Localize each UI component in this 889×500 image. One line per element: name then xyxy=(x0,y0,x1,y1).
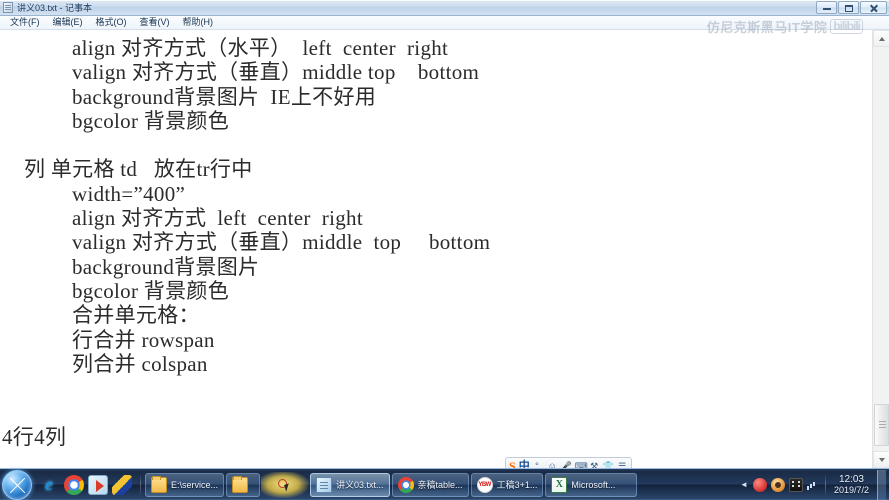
text-line: background背景图片 IE上不好用 xyxy=(72,84,377,109)
scroll-up-button[interactable] xyxy=(873,30,889,47)
text-line: 列 单元格 td 放在tr行中 xyxy=(24,157,253,182)
text-line: bgcolor 背景颜色 xyxy=(72,278,229,303)
volume-icon[interactable] xyxy=(806,479,821,491)
taskbar-item-label: Microsoft... xyxy=(571,479,616,490)
text-line: valign 对齐方式（垂直）middle top bottom xyxy=(72,230,491,255)
taskbar-item-service-folder[interactable]: E:\service... xyxy=(145,472,225,497)
text-line: 合并单元格： xyxy=(72,303,200,328)
minimize-icon xyxy=(823,8,831,10)
close-icon xyxy=(869,3,878,12)
clock[interactable]: 12:03 2019/7/2 xyxy=(832,474,873,496)
start-button[interactable] xyxy=(2,469,32,500)
maximize-button[interactable] xyxy=(838,1,859,14)
maximize-icon xyxy=(845,5,853,12)
window-controls xyxy=(816,1,887,14)
taskbar-item-excel[interactable]: X Microsoft... xyxy=(545,472,638,497)
excel-icon: X xyxy=(551,476,568,493)
text-line: 4行4列 xyxy=(2,424,67,449)
text-line-blank xyxy=(0,133,872,157)
text-line: align 对齐方式 left center right xyxy=(72,206,363,231)
mouse-cursor-icon xyxy=(284,482,291,492)
menu-bar: 文件(F) 编辑(E) 格式(O) 查看(V) 帮助(H) xyxy=(0,16,889,30)
text-line: align 对齐方式（水平） left center right xyxy=(72,36,449,60)
taskbar-top-glow xyxy=(0,468,889,469)
media-player-icon[interactable] xyxy=(88,474,108,495)
folder-icon xyxy=(151,475,167,493)
quick-launch-bar: e xyxy=(32,474,137,496)
show-desktop-button[interactable] xyxy=(877,469,886,500)
chrome-icon xyxy=(397,476,414,493)
taskbar-item-chrome[interactable]: 亲稿table... xyxy=(391,472,469,497)
scrollbar-thumb[interactable] xyxy=(874,404,889,446)
scroll-down-button[interactable] xyxy=(873,451,889,468)
text-line: background背景图片 xyxy=(72,254,260,279)
text-line-blank xyxy=(0,376,872,400)
taskbar-item-label: 亲稿table... xyxy=(417,480,463,490)
recording-indicator-icon[interactable] xyxy=(752,477,767,492)
menu-item-file[interactable]: 文件(F) xyxy=(4,16,47,29)
menu-item-format[interactable]: 格式(O) xyxy=(90,16,134,29)
vertical-scrollbar[interactable] xyxy=(872,30,889,468)
screen: 讲义03.txt - 记事本 文件(F) 编辑(E) 格式(O) 查看(V) 帮… xyxy=(0,0,889,500)
cursor-highlight xyxy=(261,471,310,498)
video-icon[interactable] xyxy=(788,477,803,492)
menu-item-help[interactable]: 帮助(H) xyxy=(177,16,221,29)
text-line-blank xyxy=(0,400,872,424)
taskbar-item-folder-2[interactable] xyxy=(226,472,261,497)
text-line: bgcolor 背景颜色 xyxy=(72,108,229,133)
taskbar-item-label: 讲义03.txt... xyxy=(336,480,384,490)
qq-icon[interactable] xyxy=(770,477,785,492)
internet-explorer-icon[interactable]: e xyxy=(38,474,60,496)
notepad-window: 讲义03.txt - 记事本 文件(F) 编辑(E) 格式(O) 查看(V) 帮… xyxy=(0,0,889,468)
taskbar-item-ybw[interactable]: YBW 工稿3+1... xyxy=(470,472,544,497)
text-content[interactable]: align 对齐方式（水平） left center right valign … xyxy=(0,30,872,468)
minimize-button[interactable] xyxy=(816,1,837,14)
show-hidden-icons-icon[interactable]: ◄ xyxy=(739,480,749,489)
folder-icon xyxy=(232,475,249,493)
taskbar-item-label: E:\service... xyxy=(171,479,219,490)
clock-time: 12:03 xyxy=(838,473,864,485)
pen-tool-icon[interactable] xyxy=(112,474,132,495)
notepad-icon xyxy=(3,2,13,13)
text-line: 列合并 colspan xyxy=(72,351,208,376)
clock-date: 2019/7/2 xyxy=(833,484,869,495)
text-line: valign 对齐方式（垂直）middle top bottom xyxy=(72,60,480,85)
window-title: 讲义03.txt - 记事本 xyxy=(17,3,93,13)
editor-area[interactable]: align 对齐方式（水平） left center right valign … xyxy=(0,30,889,468)
chevron-up-icon xyxy=(878,36,885,41)
taskbar-item-label: 工稿3+1... xyxy=(496,480,538,490)
text-line: 行合并 rowspan xyxy=(72,327,215,352)
menu-item-edit[interactable]: 编辑(E) xyxy=(47,16,90,29)
menu-item-view[interactable]: 查看(V) xyxy=(134,16,177,29)
chrome-icon[interactable] xyxy=(64,474,84,495)
ybw-icon: YBW xyxy=(476,476,493,493)
taskbar-item-notepad[interactable]: 讲义03.txt... xyxy=(310,472,390,497)
system-tray: ◄ 12:03 2019/7/2 xyxy=(739,469,889,500)
taskbar-separator xyxy=(140,473,141,496)
chevron-down-icon xyxy=(878,457,885,462)
text-line: width=”400” xyxy=(72,181,186,206)
window-titlebar[interactable]: 讲义03.txt - 记事本 xyxy=(0,0,889,16)
notepad-icon xyxy=(316,476,333,493)
taskbar: e E:\service... 讲义03.txt... 亲稿table... Y… xyxy=(0,468,889,500)
tray-divider xyxy=(824,473,826,496)
close-button[interactable] xyxy=(860,1,887,14)
